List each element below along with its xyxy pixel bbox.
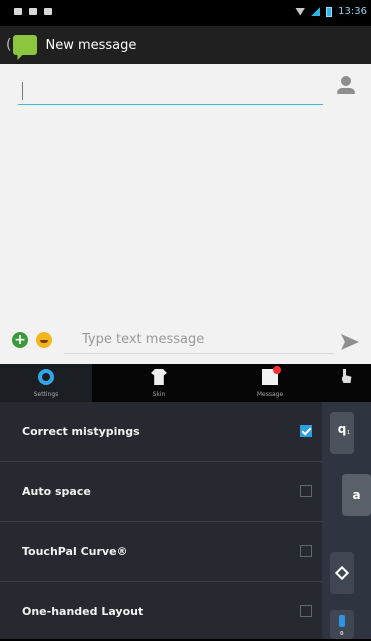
back-button[interactable]: ( [6, 37, 11, 53]
setting-row-one-handed-layout[interactable]: One-handed Layout [0, 582, 322, 641]
touchpal-curve-checkbox[interactable] [300, 545, 312, 557]
tab-message-label: Message [256, 391, 284, 398]
setting-row-auto-space[interactable]: Auto space [0, 462, 322, 522]
key-a-label: a [352, 488, 361, 502]
one-handed-preview-icon[interactable]: 0 [330, 610, 354, 639]
tab-skin[interactable]: Skin [118, 364, 200, 402]
add-contact-icon[interactable] [337, 76, 355, 98]
key-a[interactable]: a [342, 474, 371, 516]
auto-space-checkbox[interactable] [300, 485, 312, 497]
send-button[interactable] [341, 334, 359, 350]
key-q-label: q [337, 422, 347, 436]
one-handed-preview-label: 0 [340, 631, 344, 637]
notification-icon-2 [29, 8, 37, 15]
messaging-app-icon[interactable] [13, 35, 38, 55]
notification-icon-3 [44, 8, 52, 15]
message-bar: + Type text message [0, 318, 371, 364]
setting-label: Auto space [22, 485, 91, 498]
setting-label: Correct mistypings [22, 425, 140, 438]
shirt-icon [151, 369, 167, 385]
status-bar: 13:36 [0, 0, 371, 26]
tab-settings[interactable]: Settings [0, 364, 92, 402]
wifi-icon [295, 7, 306, 16]
message-icon [262, 366, 281, 385]
action-bar: ( New message [0, 26, 371, 64]
setting-label: One-handed Layout [22, 605, 144, 618]
text-cursor [22, 82, 23, 100]
gear-icon [38, 369, 54, 385]
keyboard-settings-panel: Correct mistypings Auto space TouchPal C… [0, 402, 322, 639]
key-q[interactable]: q 1 [330, 412, 354, 454]
status-icons: 13:36 [295, 6, 367, 17]
signal-icon [311, 7, 321, 16]
curve-preview-icon[interactable] [330, 552, 354, 594]
tab-gesture[interactable] [322, 364, 371, 402]
one-handed-layout-checkbox[interactable] [300, 605, 312, 617]
correct-mistypings-checkbox[interactable] [300, 425, 312, 437]
notification-icons [14, 8, 52, 15]
notification-icon-1 [14, 8, 22, 15]
tab-skin-label: Skin [152, 391, 166, 398]
message-input[interactable]: Type text message [64, 326, 334, 354]
add-attachment-button[interactable]: + [12, 332, 28, 348]
status-time: 13:36 [338, 6, 367, 17]
keyboard-preview: q 1 a 0 [322, 402, 371, 639]
tab-message[interactable]: Message [232, 364, 308, 402]
setting-label: TouchPal Curve® [22, 545, 128, 558]
setting-row-touchpal-curve[interactable]: TouchPal Curve® [0, 522, 322, 582]
battery-icon [326, 6, 333, 17]
tab-settings-label: Settings [33, 391, 59, 398]
emoji-button[interactable] [36, 332, 52, 348]
page-title: New message [45, 37, 137, 53]
recipient-input[interactable] [18, 82, 323, 105]
key-q-number: 1 [346, 430, 350, 436]
setting-row-correct-mistypings[interactable]: Correct mistypings [0, 402, 322, 462]
keyboard-tabs: Settings Skin Message [0, 364, 371, 402]
hand-icon [341, 369, 352, 383]
